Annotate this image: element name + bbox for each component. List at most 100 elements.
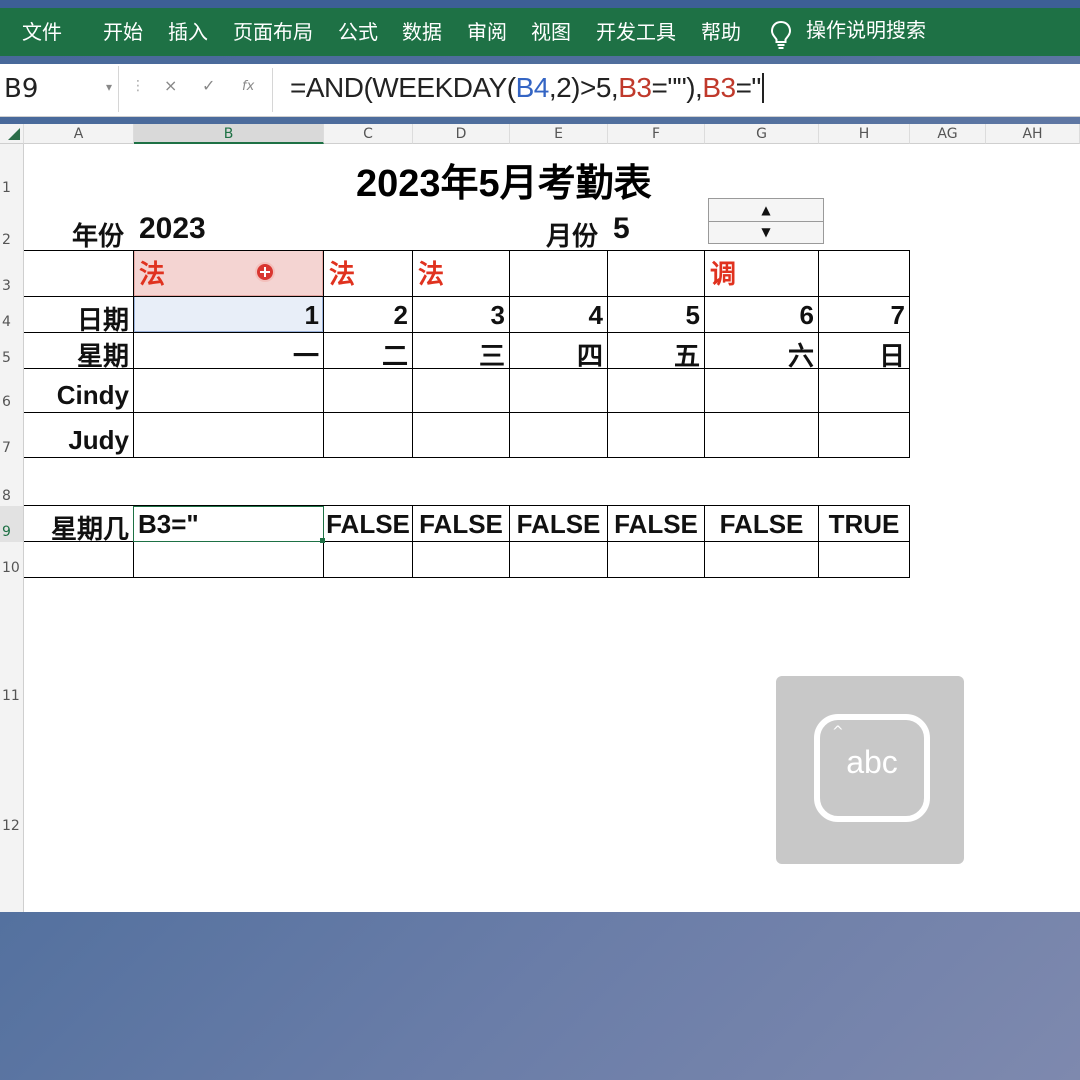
insert-function-button[interactable]: fx: [242, 79, 254, 94]
employee-name-judy[interactable]: Judy: [24, 425, 129, 456]
column-header-e[interactable]: E: [510, 124, 608, 144]
formula-part: B4: [515, 72, 550, 103]
column-header-g[interactable]: G: [705, 124, 819, 144]
holiday-mark-c3: 法: [329, 259, 356, 289]
formula-part: =": [735, 72, 762, 103]
date-label: 日期: [76, 305, 129, 335]
row-header-1[interactable]: 1: [0, 144, 24, 198]
tab-formulas[interactable]: 公式: [338, 18, 378, 46]
row-header-9[interactable]: 9: [0, 506, 24, 542]
row-header-6[interactable]: 6: [0, 368, 24, 412]
month-value: 5: [613, 212, 630, 245]
column-header-c[interactable]: C: [324, 124, 413, 144]
select-all-corner[interactable]: [0, 124, 24, 144]
tab-review[interactable]: 审阅: [467, 18, 507, 46]
abc-keyboard-icon: ^ abc: [814, 714, 930, 822]
row-header-3[interactable]: 3: [0, 250, 24, 296]
column-header-ah[interactable]: AH: [986, 124, 1080, 144]
name-box-value: B9: [4, 74, 39, 104]
tab-insert[interactable]: 插入: [168, 18, 208, 46]
formula-part: ,2)>5,: [548, 72, 619, 103]
sheet-title: 2023年5月考勤表: [356, 163, 652, 205]
tab-help[interactable]: 帮助: [701, 18, 741, 46]
column-header-b[interactable]: B: [134, 124, 324, 144]
row-header-7[interactable]: 7: [0, 412, 24, 458]
weekday-cell[interactable]: 日: [819, 336, 905, 373]
row-header-2[interactable]: 2: [0, 198, 24, 250]
date-cell[interactable]: 1: [134, 300, 319, 331]
cell-select-cursor-icon: [255, 262, 275, 282]
text-cursor: [761, 73, 764, 103]
column-header-h[interactable]: H: [819, 124, 910, 144]
year-label: 年份: [72, 221, 125, 251]
row-header-8[interactable]: 8: [0, 458, 24, 506]
name-box[interactable]: B9 ▾: [0, 66, 119, 112]
spinner-down-icon[interactable]: ▼: [709, 221, 823, 243]
year-value: 2023: [139, 212, 206, 245]
weekday-cell[interactable]: 三: [413, 336, 505, 373]
column-header-f[interactable]: F: [608, 124, 705, 144]
row-header-10[interactable]: 10: [0, 542, 24, 578]
row9-result[interactable]: FALSE: [705, 509, 818, 540]
column-header-a[interactable]: A: [24, 124, 134, 144]
holiday-mark-b3: 法: [139, 259, 166, 289]
tab-page-layout[interactable]: 页面布局: [233, 18, 313, 46]
row-header-4[interactable]: 4: [0, 296, 24, 332]
column-header-ag[interactable]: AG: [910, 124, 986, 144]
row9-result[interactable]: TRUE: [819, 509, 909, 540]
ime-overlay[interactable]: ^ abc: [776, 676, 964, 864]
editing-text-b9: B3=": [138, 509, 199, 539]
formula-bar-divider: [272, 68, 273, 112]
spinner-up-icon[interactable]: ▲: [709, 199, 823, 222]
tell-me-search[interactable]: 操作说明搜索: [806, 16, 926, 44]
weekday-cell[interactable]: 二: [324, 336, 408, 373]
row-header-5[interactable]: 5: [0, 332, 24, 368]
tab-home[interactable]: 开始: [103, 18, 143, 46]
cancel-entry-button[interactable]: ×: [164, 76, 177, 95]
column-header-d[interactable]: D: [413, 124, 510, 144]
window-top-strip: [0, 0, 1080, 8]
ime-label: abc: [846, 744, 898, 780]
tab-view[interactable]: 视图: [531, 18, 571, 46]
ribbon-tabs: 文件 开始 插入 页面布局 公式 数据 审阅 视图 开发工具 帮助 操作说明搜索: [0, 8, 1080, 56]
tab-data[interactable]: 数据: [402, 18, 442, 46]
workday-mark-g3: 调: [710, 259, 737, 289]
date-cell[interactable]: 4: [510, 300, 603, 331]
caret-up-icon: ^: [832, 724, 844, 740]
row9-result[interactable]: FALSE: [510, 509, 607, 540]
lightbulb-icon[interactable]: [770, 20, 792, 50]
date-cell[interactable]: 3: [413, 300, 505, 331]
confirm-entry-button[interactable]: ✓: [202, 76, 215, 95]
name-box-dropdown-icon[interactable]: ▾: [106, 80, 112, 94]
formula-part: B3: [618, 72, 652, 103]
weekday-cell[interactable]: 四: [510, 336, 603, 373]
formula-part: =""),: [651, 72, 703, 103]
date-cell[interactable]: 6: [705, 300, 814, 331]
formula-part: =AND(WEEKDAY(: [290, 72, 516, 103]
worksheet-grid[interactable]: A B C D E F G H AG AH 1 2 3 4 5 6 7 8 9 …: [0, 124, 1080, 912]
month-spinner[interactable]: ▲ ▼: [708, 198, 824, 244]
row-header-11[interactable]: 11: [0, 578, 24, 706]
weekday-cell[interactable]: 一: [134, 336, 319, 373]
date-cell[interactable]: 5: [608, 300, 700, 331]
row-header-12[interactable]: 12: [0, 706, 24, 912]
weekday-cell[interactable]: 五: [608, 336, 700, 373]
tab-developer[interactable]: 开发工具: [596, 18, 676, 46]
row9-label: 星期几: [50, 514, 129, 544]
formula-input[interactable]: =AND(WEEKDAY(B4,2)>5,B3=""),B3=": [290, 72, 764, 104]
holiday-mark-d3: 法: [418, 259, 445, 289]
formula-part: B3: [702, 72, 736, 103]
employee-name-cindy[interactable]: Cindy: [24, 380, 129, 411]
weekday-label: 星期: [76, 341, 129, 371]
row9-result[interactable]: FALSE: [413, 509, 509, 540]
weekday-cell[interactable]: 六: [705, 336, 814, 373]
tab-file[interactable]: 文件: [22, 18, 62, 46]
month-label: 月份: [546, 221, 599, 251]
row9-result[interactable]: FALSE: [608, 509, 704, 540]
row9-result[interactable]: FALSE: [324, 509, 412, 540]
date-cell[interactable]: 7: [819, 300, 905, 331]
formula-bar: B9 ▾ ⋮ × ✓ fx =AND(WEEKDAY(B4,2)>5,B3=""…: [0, 64, 1080, 117]
date-cell[interactable]: 2: [324, 300, 408, 331]
select-all-triangle-icon: [8, 128, 20, 140]
formula-bar-grip-icon: ⋮: [131, 78, 145, 94]
